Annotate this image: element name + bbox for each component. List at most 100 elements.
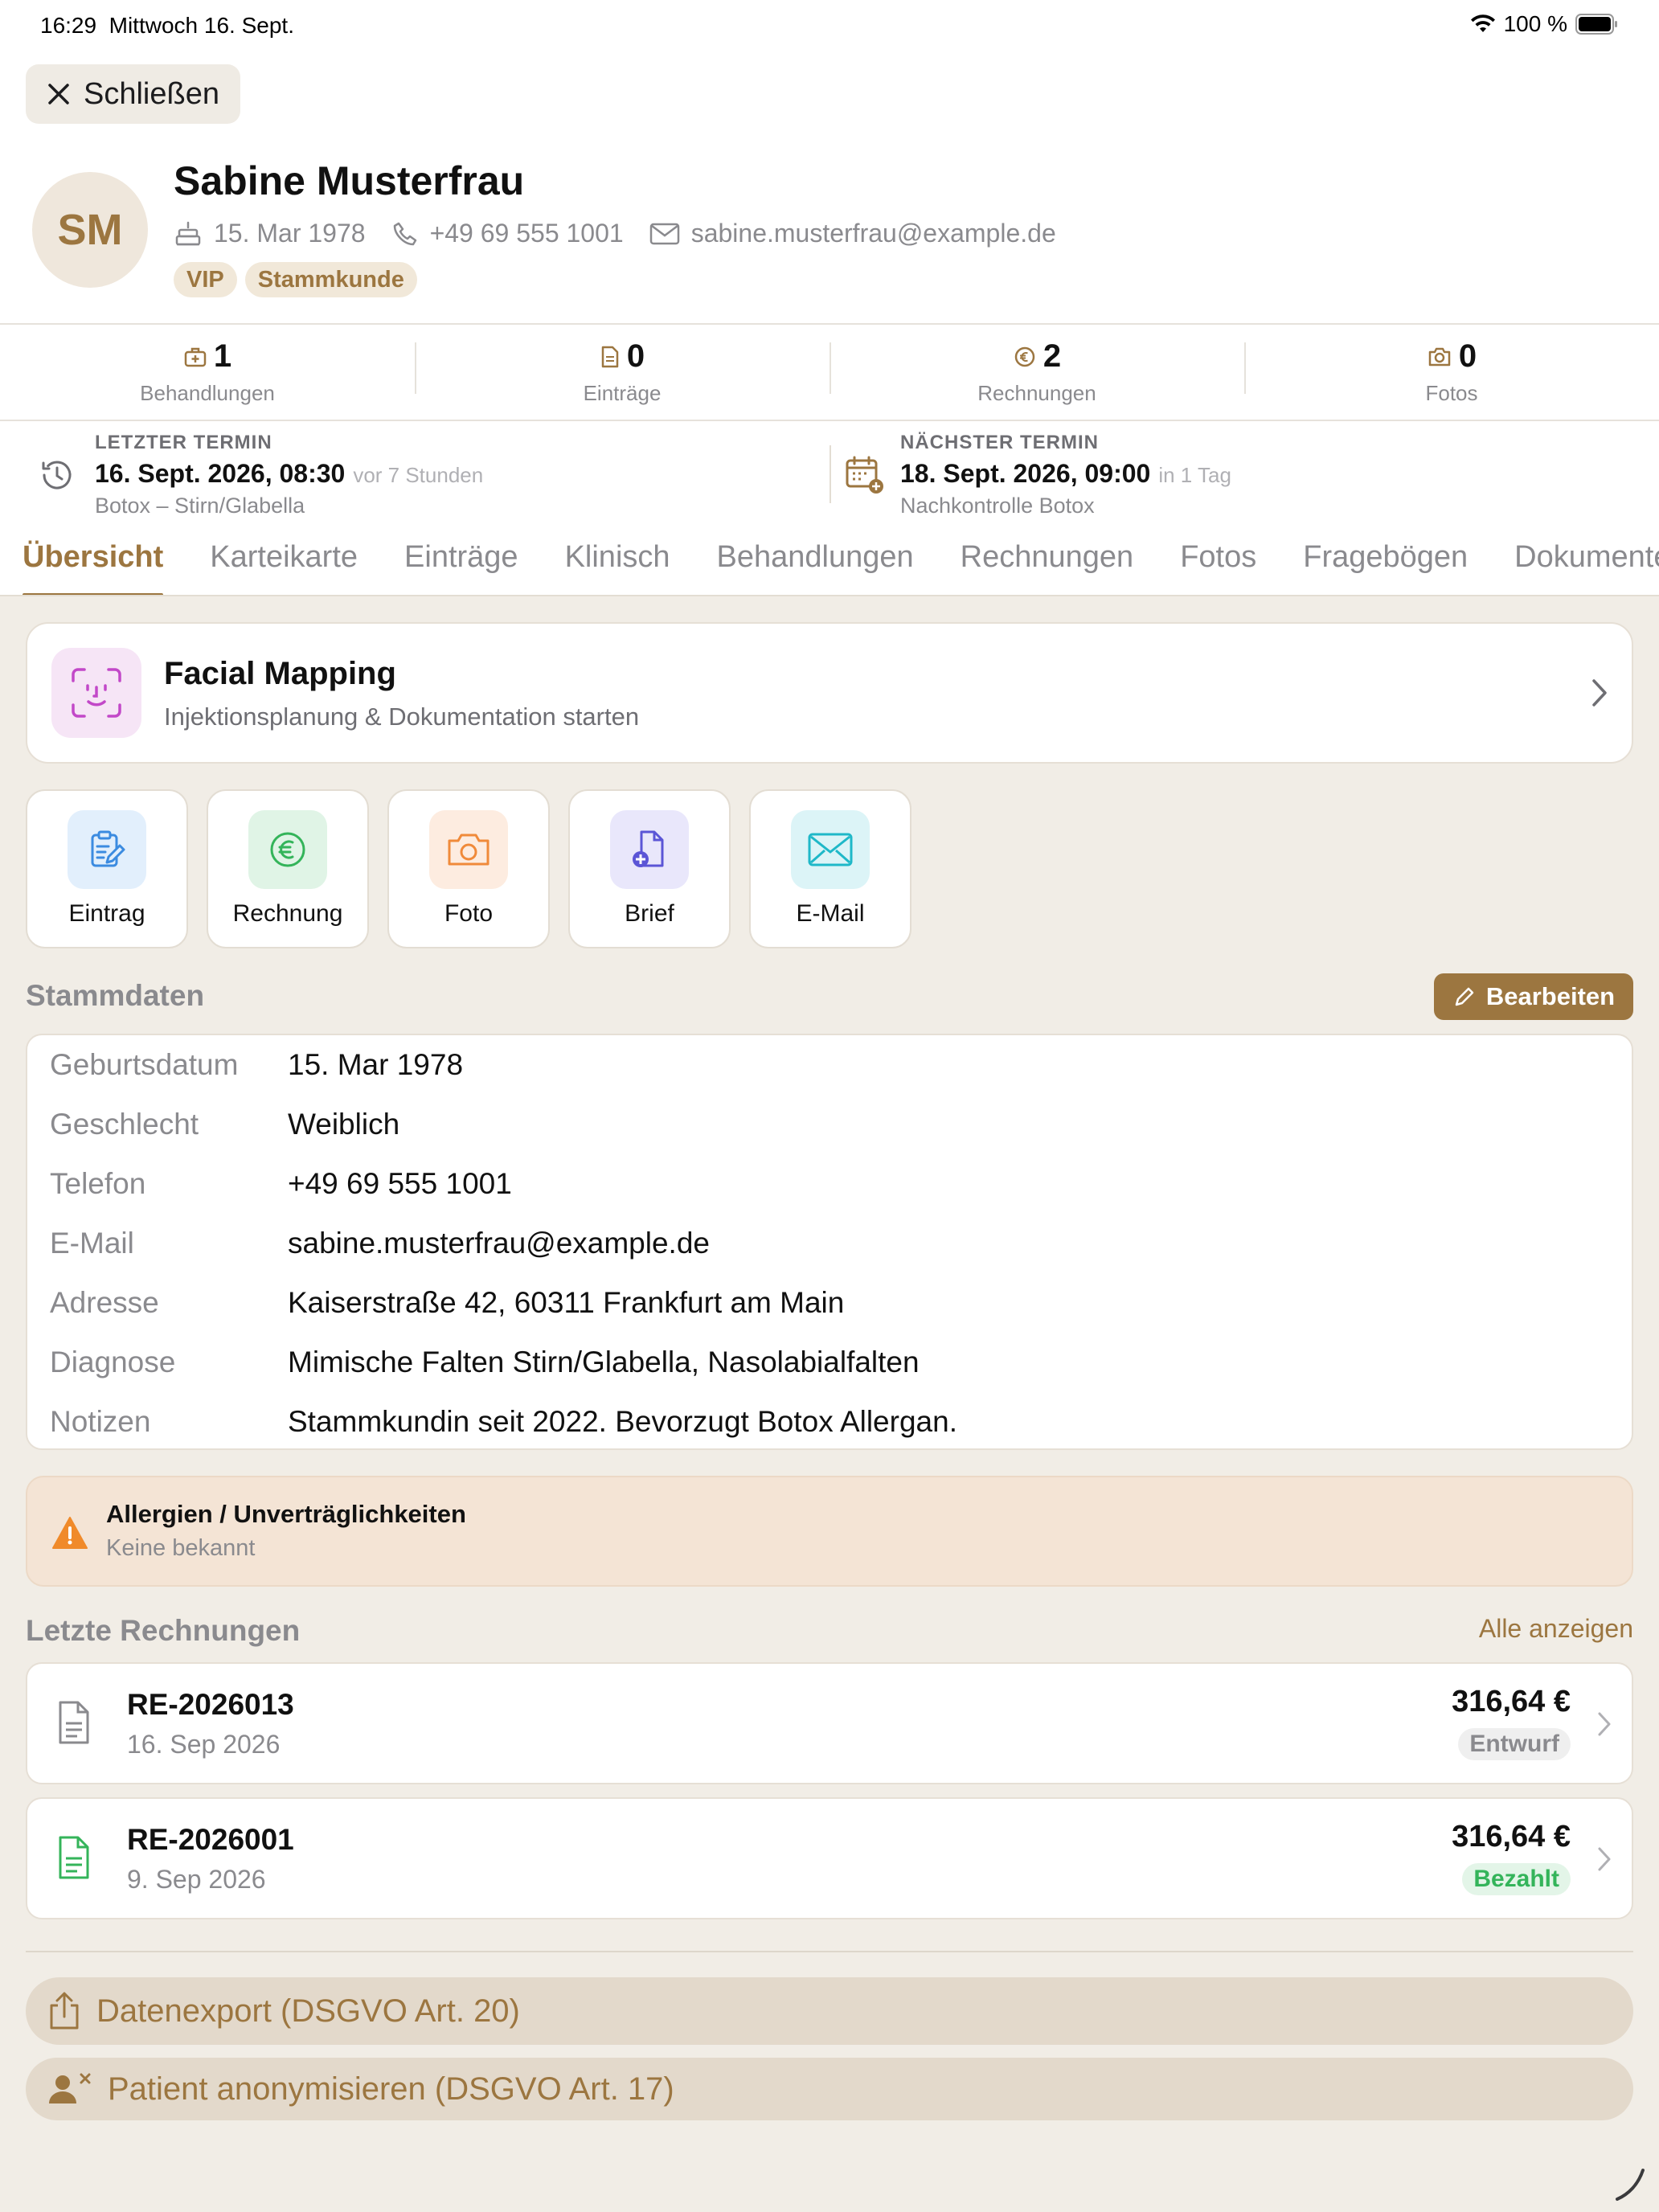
tab-overview[interactable]: Übersicht	[23, 540, 164, 596]
history-clock-icon	[42, 461, 72, 490]
invoice-amount: 316,64 €	[1452, 1685, 1571, 1718]
mail-icon	[649, 223, 679, 244]
tab-bar: Übersicht Karteikarte Einträge Klinisch …	[0, 540, 1659, 596]
quick-action-label: Rechnung	[232, 900, 343, 927]
field-label: Geschlecht	[50, 1108, 199, 1141]
stat-label: Fotos	[1425, 381, 1478, 405]
quick-action-label: Foto	[444, 900, 494, 927]
chevron-right-icon	[1592, 679, 1607, 707]
quick-action-email-button[interactable]: E-Mail	[749, 789, 911, 948]
share-export-icon	[50, 1992, 79, 2030]
stat-label: Behandlungen	[140, 381, 275, 405]
field-value: Mimische Falten Stirn/Glabella, Nasolabi…	[288, 1346, 920, 1378]
stats-bar: 1 Behandlungen 0 Einträge 2 Rechnungen 0…	[0, 325, 1659, 420]
last-appointment-relative: vor 7 Stunden	[353, 463, 484, 487]
stat-label: Rechnungen	[977, 381, 1096, 405]
tab-entries[interactable]: Einträge	[404, 540, 518, 596]
field-label: Notizen	[50, 1405, 151, 1438]
master-data-row: Diagnose Mimische Falten Stirn/Glabella, …	[27, 1333, 1632, 1392]
stat-invoices[interactable]: 2 Rechnungen	[830, 325, 1244, 420]
master-data-row: Adresse Kaiserstraße 42, 60311 Frankfurt …	[27, 1273, 1632, 1333]
data-export-button[interactable]: Datenexport (DSGVO Art. 20)	[26, 1977, 1633, 2045]
field-value: 15. Mar 1978	[288, 1048, 464, 1081]
last-appointment-caption: LETZTER TERMIN	[95, 432, 272, 453]
tab-clinical[interactable]: Klinisch	[565, 540, 670, 596]
anonymize-patient-button[interactable]: Patient anonymisieren (DSGVO Art. 17)	[26, 2058, 1633, 2120]
camera-icon	[429, 810, 508, 889]
patient-name: Sabine Musterfrau	[174, 158, 525, 203]
next-appointment-date: 18. Sept. 2026, 09:00 in 1 Tag	[900, 459, 1231, 488]
recent-invoices-title: Letzte Rechnungen	[26, 1614, 301, 1647]
field-value: Weiblich	[288, 1108, 400, 1141]
stat-photos[interactable]: 0 Fotos	[1244, 325, 1659, 420]
field-value: sabine.musterfrau@example.de	[288, 1227, 710, 1260]
master-data-row: E-Mail sabine.musterfrau@example.de	[27, 1214, 1632, 1273]
stat-treatments[interactable]: 1 Behandlungen	[0, 325, 415, 420]
status-bar-right: 100 %	[1470, 11, 1619, 37]
invoice-number: RE-2026013	[127, 1688, 294, 1721]
invoice-number: RE-2026001	[127, 1823, 294, 1856]
invoice-row[interactable]: RE-2026013 16. Sep 2026 316,64 € Entwurf	[26, 1662, 1633, 1784]
chevron-right-icon	[1598, 1847, 1611, 1871]
resize-handle-icon[interactable]	[1611, 2162, 1651, 2202]
allergy-card: Allergien / Unverträglichkeiten Keine be…	[26, 1476, 1633, 1587]
field-value: Stammkundin seit 2022. Bevorzugt Botox A…	[288, 1405, 957, 1438]
quick-action-label: Brief	[625, 900, 674, 927]
euro-circle-icon	[248, 810, 327, 889]
battery-percent: 100 %	[1503, 11, 1567, 36]
edit-button[interactable]: Bearbeiten	[1434, 973, 1633, 1020]
facial-mapping-card[interactable]: Facial Mapping Injektionsplanung & Dokum…	[26, 622, 1633, 764]
battery-icon	[1575, 14, 1617, 35]
tab-invoices[interactable]: Rechnungen	[961, 540, 1134, 596]
tab-documents[interactable]: Dokumente	[1514, 540, 1659, 596]
tab-treatments[interactable]: Behandlungen	[717, 540, 914, 596]
allergy-value: Keine bekannt	[106, 1535, 256, 1561]
quick-action-entry-button[interactable]: Eintrag	[26, 789, 188, 948]
tag-regular-customer: Stammkunde	[244, 262, 417, 297]
tab-photos[interactable]: Fotos	[1180, 540, 1256, 596]
close-button[interactable]: Schließen	[26, 64, 240, 124]
last-appointment[interactable]: LETZTER TERMIN 16. Sept. 2026, 08:30 vor …	[37, 421, 483, 529]
show-all-link[interactable]: Alle anzeigen	[1479, 1614, 1633, 1644]
next-appointment-relative: in 1 Tag	[1158, 463, 1231, 487]
field-label: Telefon	[50, 1167, 146, 1200]
mail-icon	[791, 810, 870, 889]
patient-email[interactable]: sabine.musterfrau@example.de	[691, 219, 1056, 248]
document-add-icon	[610, 810, 689, 889]
close-icon	[48, 84, 69, 104]
divider	[830, 445, 831, 503]
stat-entries[interactable]: 0 Einträge	[415, 325, 830, 420]
divider	[26, 1951, 1633, 1952]
document-icon	[601, 346, 619, 367]
phone-icon	[393, 222, 416, 245]
close-label: Schließen	[84, 76, 219, 111]
patient-tags: VIP Stammkunde	[174, 262, 417, 297]
quick-action-label: Eintrag	[68, 900, 145, 927]
field-label: Geburtsdatum	[50, 1048, 239, 1081]
chevron-right-icon	[1598, 1712, 1611, 1736]
facial-mapping-subtitle: Injektionsplanung & Dokumentation starte…	[164, 703, 640, 731]
patient-phone[interactable]: +49 69 555 1001	[430, 219, 624, 248]
quick-action-photo-button[interactable]: Foto	[387, 789, 550, 948]
document-icon	[59, 1836, 89, 1879]
invoice-status-badge: Bezahlt	[1462, 1863, 1571, 1895]
treatment-kit-icon	[184, 347, 207, 367]
quick-action-label: E-Mail	[796, 900, 865, 927]
quick-action-letter-button[interactable]: Brief	[568, 789, 731, 948]
master-data-card: Geburtsdatum 15. Mar 1978 Geschlecht Weibl…	[26, 1034, 1633, 1450]
next-appointment[interactable]: NÄCHSTER TERMIN 18. Sept. 2026, 09:00 in …	[844, 421, 1231, 529]
wifi-icon	[1470, 14, 1495, 32]
patient-meta: 15. Mar 1978 +49 69 555 1001 sabine.must…	[174, 219, 1082, 248]
allergy-title: Allergien / Unverträglichkeiten	[106, 1500, 466, 1528]
avatar: SM	[32, 172, 148, 288]
master-data-row: Notizen Stammkundin seit 2022. Bevorzugt …	[27, 1392, 1632, 1452]
quick-action-invoice-button[interactable]: Rechnung	[207, 789, 369, 948]
field-value: +49 69 555 1001	[288, 1167, 512, 1200]
invoice-row[interactable]: RE-2026001 9. Sep 2026 316,64 € Bezahlt	[26, 1797, 1633, 1919]
invoice-date: 16. Sep 2026	[127, 1730, 281, 1759]
tag-vip: VIP	[174, 262, 237, 297]
next-appointment-caption: NÄCHSTER TERMIN	[900, 432, 1099, 453]
tab-questionnaires[interactable]: Fragebögen	[1303, 540, 1468, 596]
tab-record-card[interactable]: Karteikarte	[210, 540, 358, 596]
camera-icon	[1428, 347, 1451, 366]
